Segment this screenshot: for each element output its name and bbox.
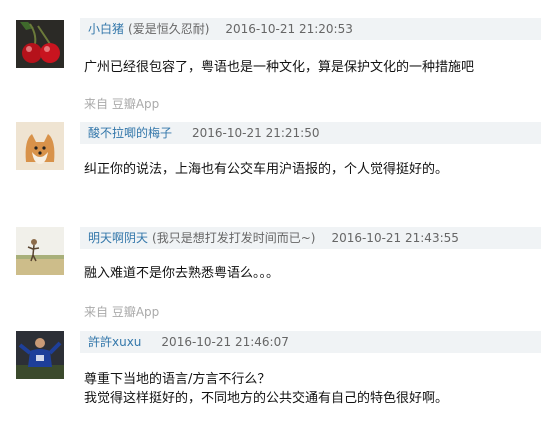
cherries-avatar-icon (16, 20, 64, 68)
comment-time: 2016-10-21 21:21:50 (192, 126, 320, 140)
soccer-player-avatar-icon (16, 331, 64, 379)
comment-text: 尊重下当地的语言/方言不行么？ 我觉得这样挺好的，不同地方的公共交通有自己的特色… (84, 370, 448, 408)
comment-header: 小白猪 (爱是恒久忍耐) 2016-10-21 21:20:53 (80, 18, 541, 40)
comment-text: 广州已经很包容了，粤语也是一种文化，算是保护文化的一种措施吧 (84, 58, 474, 77)
author-signature: (我只是想打发打发时间而已~) (152, 231, 316, 245)
comment-header: 明天啊阴天 (我只是想打发打发时间而已~) 2016-10-21 21:43:55 (80, 227, 541, 249)
author-link[interactable]: 明天啊阴天 (88, 231, 148, 245)
comment-text: 融入难道不是你去熟悉粤语么。。。 (84, 264, 279, 283)
avatar[interactable] (16, 331, 64, 379)
comment-line: 广州已经很包容了，粤语也是一种文化，算是保护文化的一种措施吧 (84, 60, 475, 75)
author-link[interactable]: 小白猪 (88, 22, 124, 36)
avatar[interactable] (16, 122, 64, 170)
avatar[interactable] (16, 227, 64, 275)
comment-source: 来自 豆瓣App (84, 97, 160, 111)
author-link[interactable]: 許許xuxu (88, 335, 141, 349)
comment-line: 纠正你的说法，上海也有公交车用沪语报的，个人觉得挺好的。 (84, 162, 449, 177)
avatar[interactable] (16, 20, 64, 68)
comment-header: 許許xuxu 2016-10-21 21:46:07 (80, 331, 541, 353)
comment-time: 2016-10-21 21:20:53 (225, 22, 353, 36)
landscape-person-avatar-icon (16, 227, 64, 275)
comment-text: 纠正你的说法，上海也有公交车用沪语报的，个人觉得挺好的。 (84, 160, 448, 179)
comment-source: 来自 豆瓣App (84, 305, 160, 319)
author-link[interactable]: 酸不拉唧的梅子 (88, 126, 172, 140)
comment-time: 2016-10-21 21:43:55 (331, 231, 459, 245)
comment-header: 酸不拉唧的梅子 2016-10-21 21:21:50 (80, 122, 541, 144)
comment-line: 尊重下当地的语言/方言不行么？ (84, 372, 271, 387)
comment-line: 我觉得这样挺好的，不同地方的公共交通有自己的特色很好啊。 (84, 391, 449, 406)
comment-line: 融入难道不是你去熟悉粤语么。。。 (84, 266, 280, 281)
author-signature: (爱是恒久忍耐) (128, 22, 210, 36)
shiba-dog-avatar-icon (16, 122, 64, 170)
comment-time: 2016-10-21 21:46:07 (161, 335, 289, 349)
